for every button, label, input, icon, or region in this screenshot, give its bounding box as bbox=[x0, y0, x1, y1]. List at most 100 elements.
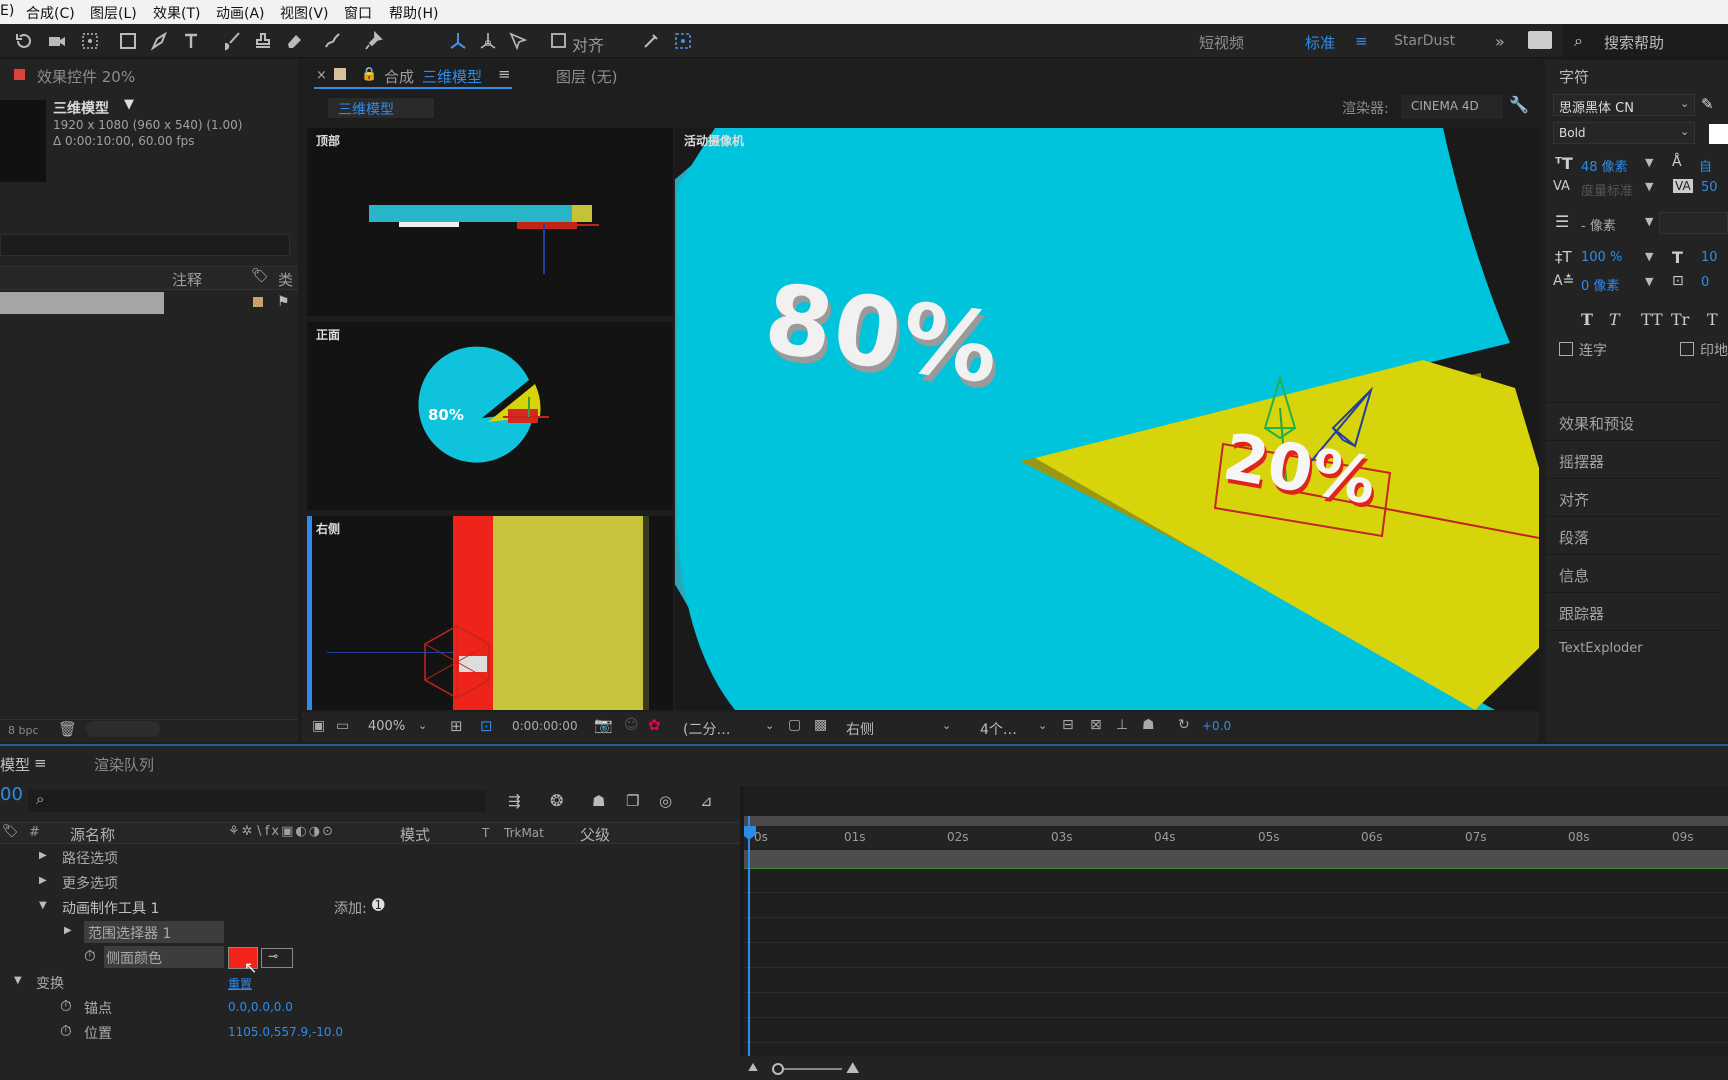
transparency-grid-icon[interactable]: ▩ bbox=[814, 717, 827, 733]
tsume-value[interactable]: 0 bbox=[1701, 275, 1709, 290]
menu-effect[interactable]: 效果(T) bbox=[153, 3, 200, 23]
viewport-front[interactable]: 正面 80% bbox=[307, 322, 673, 510]
zoom-out-icon[interactable]: ⛰ bbox=[748, 1060, 758, 1075]
reset-transform-link[interactable]: 重置 bbox=[228, 975, 252, 992]
panel-wiggler[interactable]: 摇摆器 bbox=[1545, 440, 1723, 477]
expand-arrow-icon[interactable]: ▶ bbox=[39, 875, 47, 886]
reset-exposure-icon[interactable]: ↻ bbox=[1178, 717, 1190, 733]
monitor-icon[interactable]: ▭ bbox=[336, 718, 349, 734]
panel-info[interactable]: 信息 bbox=[1545, 554, 1723, 591]
stopwatch-icon[interactable]: ⏱ bbox=[60, 1022, 72, 1040]
all-caps-button[interactable]: TT bbox=[1641, 310, 1663, 329]
col-type[interactable]: 类 bbox=[278, 269, 293, 290]
comp-tab-label[interactable]: 合成 bbox=[384, 66, 414, 87]
workspace-menu-icon[interactable]: ≡ bbox=[1355, 32, 1368, 50]
label-column-icon[interactable]: 🏷 bbox=[2, 824, 19, 839]
col-number[interactable]: # bbox=[29, 825, 40, 840]
bold-button[interactable]: T bbox=[1581, 310, 1593, 329]
font-family-select[interactable]: 思源黑体 CN ⌄ bbox=[1553, 94, 1695, 116]
close-tab-icon[interactable]: × bbox=[316, 68, 327, 83]
trash-icon[interactable]: 🗑 bbox=[58, 720, 77, 738]
comp-name[interactable]: 三维模型 bbox=[53, 98, 109, 118]
property-path-options[interactable]: ▶ 路径选项 bbox=[0, 846, 740, 870]
baseline-chevron-icon[interactable]: ▼ bbox=[1645, 275, 1653, 288]
stroke-chevron-icon[interactable]: ▼ bbox=[1645, 215, 1653, 228]
hindi-digits-checkbox[interactable] bbox=[1680, 342, 1694, 356]
layer-switches-icons[interactable]: ⚘✲∖fx▣◐◑⊙ bbox=[228, 824, 335, 839]
col-trkmat[interactable]: TrkMat bbox=[504, 826, 544, 840]
pen-tool-icon[interactable] bbox=[146, 27, 174, 55]
layer-search-input[interactable]: ⌕ bbox=[28, 790, 486, 812]
comp-dropdown-icon[interactable]: ▼ bbox=[124, 97, 134, 112]
channel-icon[interactable]: ✿ bbox=[648, 716, 661, 734]
font-style-select[interactable]: Bold ⌄ bbox=[1553, 122, 1695, 144]
show-snapshot-icon[interactable]: ☺ bbox=[624, 717, 639, 733]
leading-value[interactable]: 自 bbox=[1699, 156, 1712, 175]
current-timecode[interactable]: 0:00:00:00 bbox=[512, 719, 578, 733]
render-queue-tab[interactable]: 渲染队列 bbox=[94, 754, 154, 775]
expand-arrow-icon[interactable]: ▶ bbox=[39, 850, 47, 861]
workspace-stardust[interactable]: StarDust bbox=[1394, 33, 1455, 49]
workspace-standard[interactable]: 标准 bbox=[1305, 32, 1335, 53]
local-axis-icon[interactable] bbox=[444, 27, 472, 55]
anchor-point-value[interactable]: 0.0,0.0,0.0 bbox=[228, 1000, 293, 1014]
menu-animation[interactable]: 动画(A) bbox=[216, 3, 265, 23]
view-axis-icon[interactable] bbox=[504, 27, 532, 55]
renderer-select[interactable]: CINEMA 4D bbox=[1401, 95, 1503, 119]
stopwatch-icon[interactable]: ⏱ bbox=[84, 947, 96, 965]
superscript-button[interactable]: T bbox=[1707, 310, 1718, 329]
ligature-checkbox[interactable] bbox=[1559, 342, 1573, 356]
camera-gizmo-icon[interactable] bbox=[417, 622, 497, 702]
camera-tool-icon[interactable] bbox=[43, 27, 71, 55]
current-time-indicator[interactable] bbox=[748, 816, 750, 1056]
panel-effects-presets[interactable]: 效果和预设 bbox=[1545, 402, 1723, 439]
property-position[interactable]: ⏱ 位置 1105.0,557.9,-10.0 bbox=[0, 1021, 740, 1045]
color-eyedropper-icon[interactable]: ⊸ bbox=[261, 948, 293, 968]
mask-visibility-icon[interactable]: ⊡ bbox=[480, 717, 493, 735]
menu-view[interactable]: 视图(V) bbox=[280, 3, 329, 23]
property-more-options[interactable]: ▶ 更多选项 bbox=[0, 871, 740, 895]
brush-tool-icon[interactable] bbox=[218, 27, 246, 55]
timeline-timecode[interactable]: 00 bbox=[0, 784, 23, 805]
effects-panel-title[interactable]: 效果控件 20% bbox=[37, 66, 135, 87]
x-axis-handle[interactable] bbox=[569, 224, 599, 226]
comp-tab-name[interactable]: 三维模型 bbox=[422, 66, 482, 87]
snap-option-icon[interactable] bbox=[637, 27, 665, 55]
comp-breadcrumb[interactable]: 三维模型 bbox=[328, 98, 434, 118]
stroke-type-select[interactable] bbox=[1659, 212, 1728, 234]
comp-mini-flowchart-icon[interactable]: ⇶ bbox=[508, 792, 521, 810]
menu-composition[interactable]: 合成(C) bbox=[26, 3, 75, 23]
label-tag-icon[interactable]: 🏷 bbox=[251, 268, 269, 284]
grid-icon[interactable]: ⊞ bbox=[450, 717, 463, 735]
project-search-input[interactable] bbox=[0, 234, 290, 256]
renderer-settings-icon[interactable]: 🔧 bbox=[1509, 95, 1529, 114]
menu-edit[interactable]: E) bbox=[0, 3, 14, 19]
zoom-slider-handle[interactable] bbox=[772, 1063, 784, 1075]
panel-align[interactable]: 对齐 bbox=[1545, 478, 1723, 515]
hide-shy-layers-icon[interactable]: ☗ bbox=[592, 792, 605, 810]
layer-tab[interactable]: 图层 (无) bbox=[556, 66, 617, 87]
view-select[interactable]: 右侧 ⌄ bbox=[840, 716, 956, 738]
rotate-tool-icon[interactable] bbox=[10, 27, 38, 55]
col-source-name[interactable]: 源名称 bbox=[70, 824, 115, 845]
fill-color-swatch[interactable] bbox=[1709, 124, 1728, 144]
timeline-icon[interactable]: ⊥ bbox=[1116, 717, 1128, 733]
panel-text-exploder[interactable]: TextExploder bbox=[1545, 630, 1723, 667]
bpc-indicator[interactable]: 8 bpc bbox=[8, 724, 39, 737]
exposure-value[interactable]: +0.0 bbox=[1202, 719, 1231, 733]
sync-settings-icon[interactable] bbox=[1528, 31, 1552, 49]
motion-blur-icon[interactable]: ◎ bbox=[659, 792, 672, 810]
always-preview-icon[interactable]: ▣ bbox=[312, 718, 325, 734]
zoom-in-icon[interactable]: ⛰ bbox=[846, 1058, 859, 1078]
vscale-chevron-icon[interactable]: ▼ bbox=[1645, 250, 1653, 263]
stopwatch-icon[interactable]: ⏱ bbox=[60, 997, 72, 1015]
rectangle-tool-icon[interactable] bbox=[114, 27, 142, 55]
graph-editor-icon[interactable]: ⊿ bbox=[700, 792, 713, 810]
tracking-value[interactable]: 50 bbox=[1701, 180, 1718, 195]
viewport-top[interactable]: 顶部 bbox=[307, 128, 673, 316]
eyedropper-icon[interactable]: ✎ bbox=[1701, 95, 1714, 113]
col-preserve-transparency[interactable]: T bbox=[482, 826, 489, 840]
menu-help[interactable]: 帮助(H) bbox=[389, 3, 438, 23]
z-axis-handle[interactable] bbox=[543, 224, 545, 274]
fast-preview-icon[interactable]: ⊠ bbox=[1090, 717, 1102, 733]
